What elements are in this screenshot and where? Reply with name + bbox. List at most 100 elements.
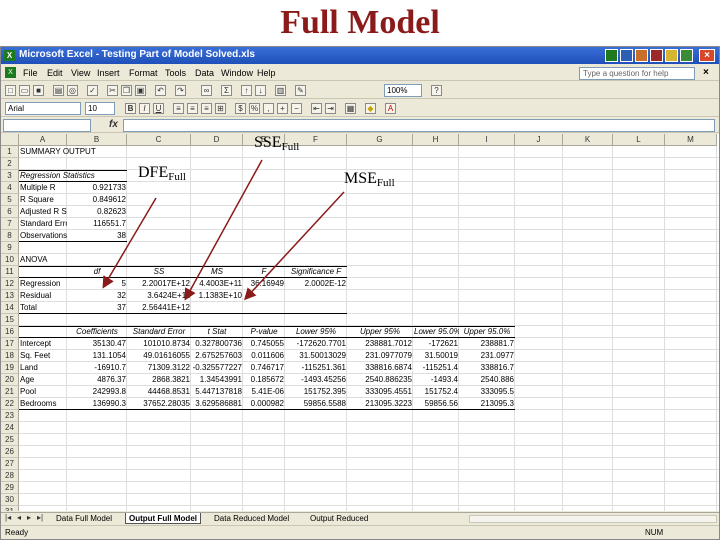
stat-value[interactable]: 0.82623 (67, 206, 127, 218)
chart-wizard-icon[interactable]: ▥ (275, 85, 286, 96)
hyperlink-icon[interactable]: ∞ (201, 85, 212, 96)
row-header[interactable]: 17 (1, 338, 19, 350)
preview-icon[interactable]: ◎ (67, 85, 78, 96)
coefficient-value[interactable]: 5.447137818 (191, 386, 243, 398)
row-header[interactable]: 18 (1, 350, 19, 362)
anova-label[interactable]: ANOVA (19, 254, 67, 266)
align-left-icon[interactable]: ≡ (173, 103, 184, 114)
column-header[interactable]: A (19, 134, 67, 146)
last-sheet-icon[interactable]: ▸| (37, 513, 43, 522)
font-color-icon[interactable]: A (385, 103, 396, 114)
row-header[interactable]: 29 (1, 482, 19, 494)
stat-label[interactable]: Standard Error (19, 218, 67, 230)
column-header[interactable]: D (191, 134, 243, 146)
prev-sheet-icon[interactable]: ◂ (17, 513, 21, 522)
row-header[interactable]: 23 (1, 410, 19, 422)
row-header[interactable]: 1 (1, 146, 19, 158)
row-header[interactable]: 14 (1, 302, 19, 314)
outlook-icon[interactable] (665, 49, 678, 62)
coefficient-value[interactable]: -172621 (413, 338, 459, 350)
copy-icon[interactable]: ❐ (121, 85, 132, 96)
coefficient-value[interactable]: 2540.886235 (347, 374, 413, 386)
anova-f[interactable] (243, 290, 285, 302)
select-all-corner[interactable] (1, 134, 19, 146)
coefficient-value[interactable]: 1.34543991 (191, 374, 243, 386)
font-size-select[interactable]: 10 (85, 102, 115, 115)
coefficient-value[interactable]: 2540.886 (459, 374, 515, 386)
new-icon[interactable]: □ (5, 85, 16, 96)
word-icon[interactable] (620, 49, 633, 62)
name-box[interactable] (3, 119, 91, 132)
align-right-icon[interactable]: ≡ (201, 103, 212, 114)
borders-icon[interactable]: ▦ (345, 103, 356, 114)
horizontal-scrollbar[interactable] (469, 515, 717, 523)
row-header[interactable]: 30 (1, 494, 19, 506)
menu-tools[interactable]: Tools (165, 68, 186, 78)
access-icon[interactable] (650, 49, 663, 62)
save-icon[interactable]: ■ (33, 85, 44, 96)
paste-icon[interactable]: ▣ (135, 85, 146, 96)
workbook-close-icon[interactable]: × (703, 67, 709, 78)
row-header[interactable]: 10 (1, 254, 19, 266)
coefficient-value[interactable]: 0.327800736 (191, 338, 243, 350)
coefficient-value[interactable]: 333095.4551 (347, 386, 413, 398)
undo-icon[interactable]: ↶ (155, 85, 166, 96)
column-header[interactable]: K (563, 134, 613, 146)
drawing-icon[interactable]: ✎ (295, 85, 306, 96)
decrease-decimal-icon[interactable]: − (291, 103, 302, 114)
column-header[interactable]: B (67, 134, 127, 146)
menu-data[interactable]: Data (195, 68, 214, 78)
anova-ss[interactable]: 3.6424E+11 (127, 290, 191, 302)
stat-value[interactable]: 0.921733 (67, 182, 127, 194)
workbook-icon[interactable]: X (5, 67, 16, 78)
coefficient-value[interactable]: 231.0977 (459, 350, 515, 362)
coefficient-row-label[interactable]: Pool (19, 386, 67, 398)
coefficient-value[interactable]: -1493.45256 (285, 374, 347, 386)
row-header[interactable]: 15 (1, 314, 19, 326)
coefficient-value[interactable]: 131.1054 (67, 350, 127, 362)
row-header[interactable]: 31 (1, 506, 19, 511)
increase-indent-icon[interactable]: ⇥ (325, 103, 336, 114)
excel-icon[interactable] (605, 49, 618, 62)
anova-significance-f[interactable] (285, 290, 347, 302)
project-icon[interactable] (680, 49, 693, 62)
row-header[interactable]: 3 (1, 170, 19, 182)
anova-row-label[interactable]: Residual (19, 290, 67, 302)
open-icon[interactable]: ▭ (19, 85, 30, 96)
decrease-indent-icon[interactable]: ⇤ (311, 103, 322, 114)
tab-data-full-model[interactable]: Data Full Model (53, 513, 115, 524)
row-header[interactable]: 8 (1, 230, 19, 242)
column-header[interactable]: G (347, 134, 413, 146)
menu-help[interactable]: Help (257, 68, 276, 78)
help-icon[interactable]: ? (431, 85, 442, 96)
coefficient-value[interactable]: 338816.7 (459, 362, 515, 374)
stat-label[interactable]: Multiple R (19, 182, 67, 194)
row-header[interactable]: 24 (1, 422, 19, 434)
coefficient-value[interactable]: -16910.7 (67, 362, 127, 374)
coefficient-value[interactable]: 2868.3821 (127, 374, 191, 386)
anova-ss[interactable]: 2.20017E+12 (127, 278, 191, 290)
summary-output-label[interactable]: SUMMARY OUTPUT (19, 146, 127, 158)
menu-edit[interactable]: Edit (47, 68, 63, 78)
coefficient-value[interactable]: -115251.4 (413, 362, 459, 374)
coefficient-row-label[interactable]: Age (19, 374, 67, 386)
column-header[interactable]: M (665, 134, 717, 146)
anova-ms[interactable]: 4.4003E+11 (191, 278, 243, 290)
align-center-icon[interactable]: ≡ (187, 103, 198, 114)
coefficient-value[interactable]: 0.746717 (243, 362, 285, 374)
comma-style-icon[interactable]: , (263, 103, 274, 114)
menu-view[interactable]: View (71, 68, 90, 78)
row-header[interactable]: 9 (1, 242, 19, 254)
spelling-icon[interactable]: ✓ (87, 85, 98, 96)
anova-df[interactable]: 32 (67, 290, 127, 302)
coefficient-value[interactable]: 35130.47 (67, 338, 127, 350)
fill-color-icon[interactable]: ◆ (365, 103, 376, 114)
coefficient-value[interactable]: 238881.7012 (347, 338, 413, 350)
row-header[interactable]: 16 (1, 326, 19, 338)
row-header[interactable]: 28 (1, 470, 19, 482)
coefficient-value[interactable]: 238881.7 (459, 338, 515, 350)
italic-icon[interactable]: I (139, 103, 150, 114)
row-header[interactable]: 25 (1, 434, 19, 446)
formula-input[interactable] (123, 119, 715, 132)
coefficient-value[interactable]: -172620.7701 (285, 338, 347, 350)
